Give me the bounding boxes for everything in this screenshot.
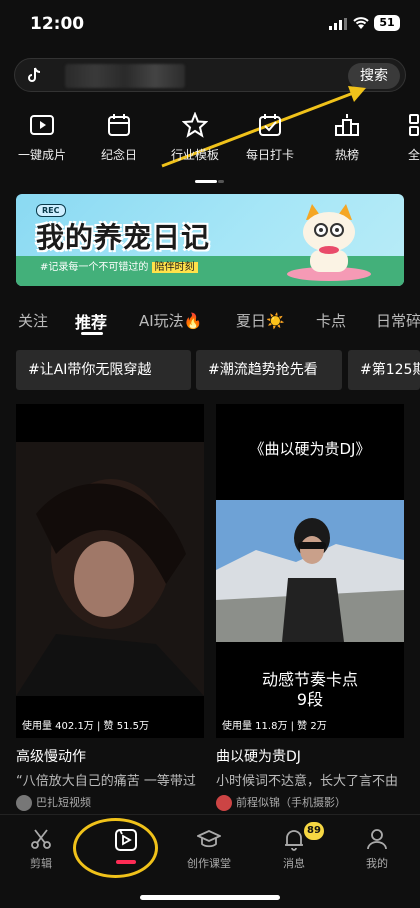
podium-icon <box>335 114 359 136</box>
thumbnail-top-text: 《曲以硬为贵DJ》 <box>249 440 371 458</box>
topic-chip[interactable]: #让AI带你无限穿越 <box>16 350 191 390</box>
category-tabs: 关注 推荐 AI玩法🔥 夏日☀️ 卡点 日常碎 <box>0 306 420 336</box>
banner-subtitle-highlight: 陪伴时刻 <box>151 262 198 273</box>
author-name: 前程似锦（手机摄影） <box>236 796 346 809</box>
nav-creator-class[interactable]: 创作课堂 <box>174 827 244 871</box>
avatar[interactable] <box>216 795 232 811</box>
nav-label: 剪辑 <box>30 857 52 870</box>
template-card[interactable]: 《曲以硬为贵DJ》 动感节奏卡点 9段 使用量 11.8万 | 赞 2万 曲以硬… <box>216 404 404 812</box>
wifi-icon <box>353 17 369 29</box>
quick-entry-label: 每日打卡 <box>245 148 294 162</box>
template-card[interactable]: 使用量 402.1万 | 赞 51.5万 高级慢动作 “八倍放大自己的痛苦 一等… <box>16 404 204 812</box>
banner-subtitle-text: #记录每一个不可错过的 <box>40 262 149 273</box>
play-square-icon <box>30 115 54 135</box>
signal-icon <box>329 18 347 30</box>
star-icon <box>182 112 208 138</box>
tab-summer[interactable]: 夏日☀️ <box>236 310 285 331</box>
graduation-cap-icon <box>197 830 221 848</box>
annotation-highlight-circle <box>73 818 158 878</box>
topic-chip[interactable]: #潮流趋势抢先看 <box>196 350 342 390</box>
tab-daily[interactable]: 日常碎 <box>376 310 420 331</box>
bottom-nav: 剪辑 创作课堂 消息 我的 <box>0 814 420 908</box>
author-name: 巴扎短视频 <box>36 796 91 809</box>
quick-entry-label: 行业模板 <box>170 148 219 162</box>
cat-illustration <box>287 204 371 281</box>
quick-entry-one-click[interactable]: 一键成片 <box>7 112 77 163</box>
author-row[interactable]: 巴扎短视频 <box>16 794 204 812</box>
thumbnail-image <box>16 404 204 738</box>
overlay-line-1: 动感节奏卡点 <box>261 670 358 689</box>
clock: 12:00 <box>30 14 85 34</box>
quick-entry-daily-checkin[interactable]: 每日打卡 <box>235 112 305 163</box>
tab-beat-sync[interactable]: 卡点 <box>316 310 346 331</box>
banner-subtitle: #记录每一个不可错过的 陪伴时刻 <box>40 258 198 273</box>
nav-profile[interactable]: 我的 <box>342 827 412 871</box>
bell-icon <box>285 830 303 851</box>
quick-entry-anniversary[interactable]: 纪念日 <box>84 112 154 163</box>
grid-icon <box>409 114 419 136</box>
tab-ai-play[interactable]: AI玩法🔥 <box>139 310 202 331</box>
quick-entry-row: 一键成片 纪念日 行业模板 每日打卡 热榜 全 <box>0 112 420 172</box>
nav-label: 创作课堂 <box>187 857 231 870</box>
avatar[interactable] <box>16 795 32 811</box>
template-thumbnail[interactable]: 使用量 402.1万 | 赞 51.5万 <box>16 404 204 738</box>
usage-stats: 使用量 402.1万 | 赞 51.5万 <box>22 721 149 732</box>
quick-entry-hot-list[interactable]: 热榜 <box>312 112 382 163</box>
quick-entry-label: 热榜 <box>334 148 359 162</box>
quick-entry-all[interactable]: 全部 <box>385 112 420 163</box>
template-description: 小时候词不达意，长大了言不由 <box>216 774 399 789</box>
banner-title: 我的养宠日记 <box>36 221 211 254</box>
thumbnail-overlay-text: 动感节奏卡点 9段 <box>216 670 404 710</box>
quick-entry-label: 纪念日 <box>100 148 137 162</box>
battery-indicator: 51 <box>374 15 400 31</box>
status-bar: 12:00 51 <box>0 0 420 50</box>
topic-chip[interactable]: #第125期 <box>348 350 420 390</box>
overlay-line-2: 9段 <box>296 690 324 709</box>
quick-entry-industry[interactable]: 行业模板 <box>160 112 230 163</box>
tiktok-logo-icon[interactable] <box>25 66 43 84</box>
tab-indicator <box>81 332 103 335</box>
quick-entry-label: 一键成片 <box>17 148 66 162</box>
nav-label: 消息 <box>283 857 305 870</box>
person-icon <box>367 829 387 850</box>
nav-label: 我的 <box>366 857 388 870</box>
template-description: “八倍放大自己的痛苦 一等带过 <box>16 774 196 789</box>
template-title[interactable]: 高级慢动作 <box>16 746 204 766</box>
message-badge: 89 <box>304 822 324 840</box>
calendar-icon <box>108 114 130 136</box>
tab-follow[interactable]: 关注 <box>18 310 48 331</box>
nav-edit[interactable]: 剪辑 <box>6 827 76 871</box>
usage-stats: 使用量 11.8万 | 赞 2万 <box>222 721 327 732</box>
thumbnail-image <box>216 500 404 642</box>
template-thumbnail[interactable]: 《曲以硬为贵DJ》 动感节奏卡点 9段 使用量 11.8万 | 赞 2万 <box>216 404 404 738</box>
page-indicator <box>218 180 224 183</box>
check-calendar-icon <box>259 114 281 136</box>
tab-recommend[interactable]: 推荐 <box>75 309 107 333</box>
home-indicator <box>140 895 280 900</box>
quick-entry-label: 全部 <box>407 148 420 162</box>
template-title[interactable]: 曲以硬为贵DJ <box>216 746 404 766</box>
promo-banner[interactable]: REC 我的养宠日记 #记录每一个不可错过的 陪伴时刻 <box>16 194 404 286</box>
page-indicator-active <box>195 180 217 183</box>
scissors-icon <box>31 829 51 849</box>
author-row[interactable]: 前程似锦（手机摄影） <box>216 794 404 812</box>
